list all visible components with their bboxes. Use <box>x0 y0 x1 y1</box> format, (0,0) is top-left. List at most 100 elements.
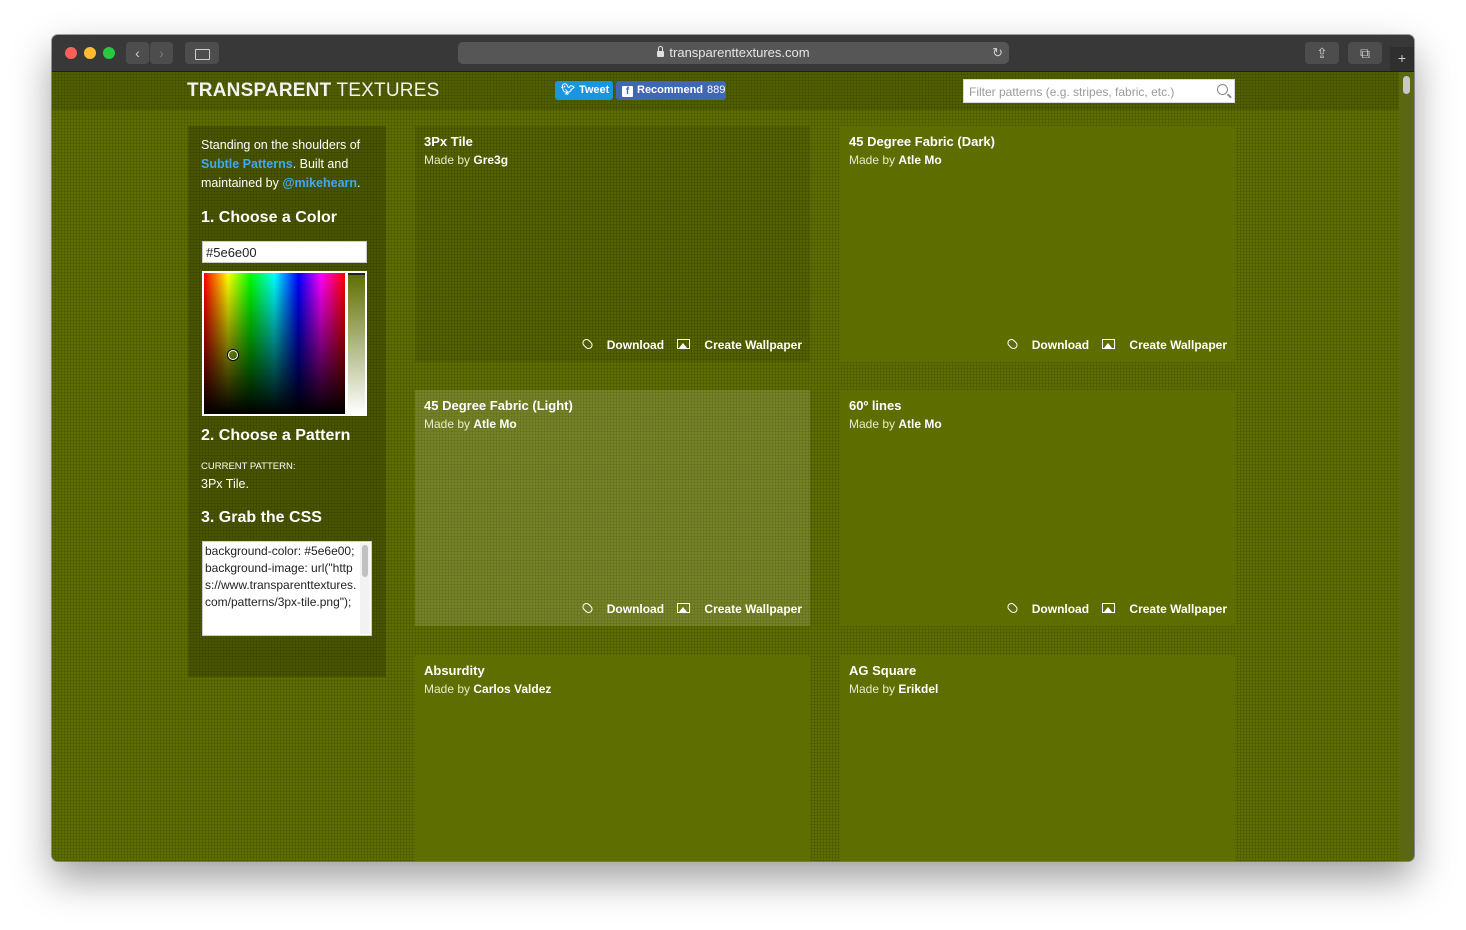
sidebar-icon <box>194 49 210 60</box>
pattern-author: Atle Mo <box>898 153 942 167</box>
pattern-author-line: Made by Carlos Valdez <box>424 682 551 696</box>
download-button[interactable]: Download <box>1005 601 1089 616</box>
tweet-button[interactable]: 🐦︎ Tweet <box>555 81 613 100</box>
pattern-title: 45 Degree Fabric (Light) <box>424 398 573 413</box>
pattern-card[interactable]: Absurdity Made by Carlos Valdez <box>415 655 810 861</box>
link-icon <box>580 337 594 351</box>
step-choose-color: 1. Choose a Color <box>201 209 338 226</box>
wallpaper-label: Create Wallpaper <box>704 602 802 616</box>
recommend-button[interactable]: f Recommend 889 <box>616 81 726 100</box>
pattern-author: Carlos Valdez <box>473 682 552 696</box>
back-button[interactable]: ‹ <box>126 42 149 64</box>
search-input[interactable] <box>967 81 1211 103</box>
pattern-author-line: Made by Gre3g <box>424 153 508 167</box>
new-tab-button[interactable]: + <box>1390 47 1414 71</box>
pattern-author-line: Made by Atle Mo <box>424 417 517 431</box>
site-logo[interactable]: TRANSPARENT TEXTURES <box>187 80 439 102</box>
color-picker <box>202 271 367 416</box>
pattern-title: 3Px Tile <box>424 134 473 149</box>
url-text: transparenttextures.com <box>669 45 810 60</box>
share-button[interactable]: ⇪ <box>1305 42 1339 64</box>
wallpaper-label: Create Wallpaper <box>704 338 802 352</box>
step-grab-css: 3. Grab the CSS <box>201 509 322 526</box>
saturation-area[interactable] <box>204 273 345 414</box>
made-by-label: Made by <box>424 153 474 167</box>
image-icon <box>677 339 691 349</box>
pattern-author-line: Made by Atle Mo <box>849 153 942 167</box>
tweet-label: Tweet <box>578 84 610 96</box>
pattern-actions: Download Create Wallpaper <box>572 337 802 352</box>
pattern-title: AG Square <box>849 663 917 678</box>
create-wallpaper-button[interactable]: Create Wallpaper <box>677 338 802 352</box>
address-bar[interactable]: transparenttextures.com ↻ <box>458 42 1009 64</box>
scroll-thumb[interactable] <box>1403 76 1410 94</box>
sidebar-toggle-button[interactable] <box>185 42 219 64</box>
brightness-slider[interactable] <box>348 273 365 414</box>
plus-icon: + <box>1397 50 1407 66</box>
current-pattern-value: 3Px Tile. <box>201 477 249 491</box>
pattern-search <box>963 79 1235 103</box>
intro-suffix: . <box>357 176 361 190</box>
download-label: Download <box>606 338 665 352</box>
css-output-textarea[interactable]: background-color: #5e6e00; background-im… <box>202 541 372 636</box>
search-icon[interactable] <box>1217 84 1228 95</box>
sidebar: Standing on the shoulders of Subtle Patt… <box>188 126 386 677</box>
pattern-author-line: Made by Atle Mo <box>849 417 942 431</box>
made-by-label: Made by <box>424 682 474 696</box>
lock-icon <box>657 46 665 57</box>
current-pattern-label: CURRENT PATTERN: <box>201 461 296 472</box>
made-by-label: Made by <box>849 417 899 431</box>
back-icon: ‹ <box>135 45 140 61</box>
download-button[interactable]: Download <box>580 601 665 616</box>
forward-icon: › <box>159 45 164 61</box>
pattern-card[interactable]: 45 Degree Fabric (Light) Made by Atle Mo… <box>415 390 810 626</box>
pattern-author: Atle Mo <box>473 417 517 431</box>
logo-thin-text: TEXTURES <box>336 80 440 101</box>
pattern-card[interactable]: 60º lines Made by Atle Mo Download Creat… <box>840 390 1235 626</box>
recommend-count: 889 <box>707 84 726 96</box>
pattern-card[interactable]: 45 Degree Fabric (Dark) Made by Atle Mo … <box>840 126 1235 362</box>
subtle-patterns-link[interactable]: Subtle Patterns <box>201 157 293 171</box>
link-icon <box>580 601 594 615</box>
reload-icon[interactable]: ↻ <box>992 42 1003 64</box>
saturation-handle[interactable] <box>228 350 238 360</box>
image-icon <box>1102 339 1116 349</box>
pattern-title: Absurdity <box>424 663 485 678</box>
pattern-title: 60º lines <box>849 398 902 413</box>
step-choose-pattern: 2. Choose a Pattern <box>201 427 351 444</box>
brightness-handle[interactable] <box>348 273 365 275</box>
author-link[interactable]: @mikehearn <box>282 176 357 190</box>
create-wallpaper-button[interactable]: Create Wallpaper <box>677 602 802 616</box>
zoom-window-button[interactable] <box>103 47 115 59</box>
intro-prefix: Standing on the shoulders of <box>201 138 361 152</box>
recommend-label: Recommend <box>637 84 704 96</box>
download-label: Download <box>606 602 665 616</box>
image-icon <box>1102 603 1116 613</box>
download-button[interactable]: Download <box>580 337 665 352</box>
pattern-author: Gre3g <box>473 153 509 167</box>
made-by-label: Made by <box>849 682 899 696</box>
wallpaper-label: Create Wallpaper <box>1129 602 1227 616</box>
wallpaper-label: Create Wallpaper <box>1129 338 1227 352</box>
pattern-author-line: Made by Erikdel <box>849 682 938 696</box>
page-scrollbar[interactable] <box>1399 72 1414 861</box>
made-by-label: Made by <box>424 417 474 431</box>
show-tabs-button[interactable]: ⧉ <box>1348 42 1382 64</box>
pattern-card[interactable]: 3Px Tile Made by Gre3g Download Create W… <box>415 126 810 362</box>
forward-button[interactable]: › <box>150 42 173 64</box>
create-wallpaper-button[interactable]: Create Wallpaper <box>1102 602 1227 616</box>
pattern-card[interactable]: AG Square Made by Erikdel <box>840 655 1235 861</box>
pattern-actions: Download Create Wallpaper <box>572 601 802 616</box>
css-text: background-color: #5e6e00; background-im… <box>205 544 357 609</box>
link-icon <box>1005 601 1019 615</box>
logo-bold-text: TRANSPARENT <box>187 80 332 101</box>
color-hex-input[interactable] <box>202 241 367 263</box>
download-button[interactable]: Download <box>1005 337 1089 352</box>
css-scrollbar[interactable] <box>360 543 370 634</box>
browser-window: ‹ › transparenttextures.com ↻ ⇪ ⧉ + TRAN… <box>52 35 1414 861</box>
minimize-window-button[interactable] <box>84 47 96 59</box>
facebook-icon: f <box>622 86 633 97</box>
create-wallpaper-button[interactable]: Create Wallpaper <box>1102 338 1227 352</box>
close-window-button[interactable] <box>65 47 77 59</box>
page-viewport: TRANSPARENT TEXTURES 🐦︎ Tweet f Recommend 8… <box>52 72 1414 861</box>
